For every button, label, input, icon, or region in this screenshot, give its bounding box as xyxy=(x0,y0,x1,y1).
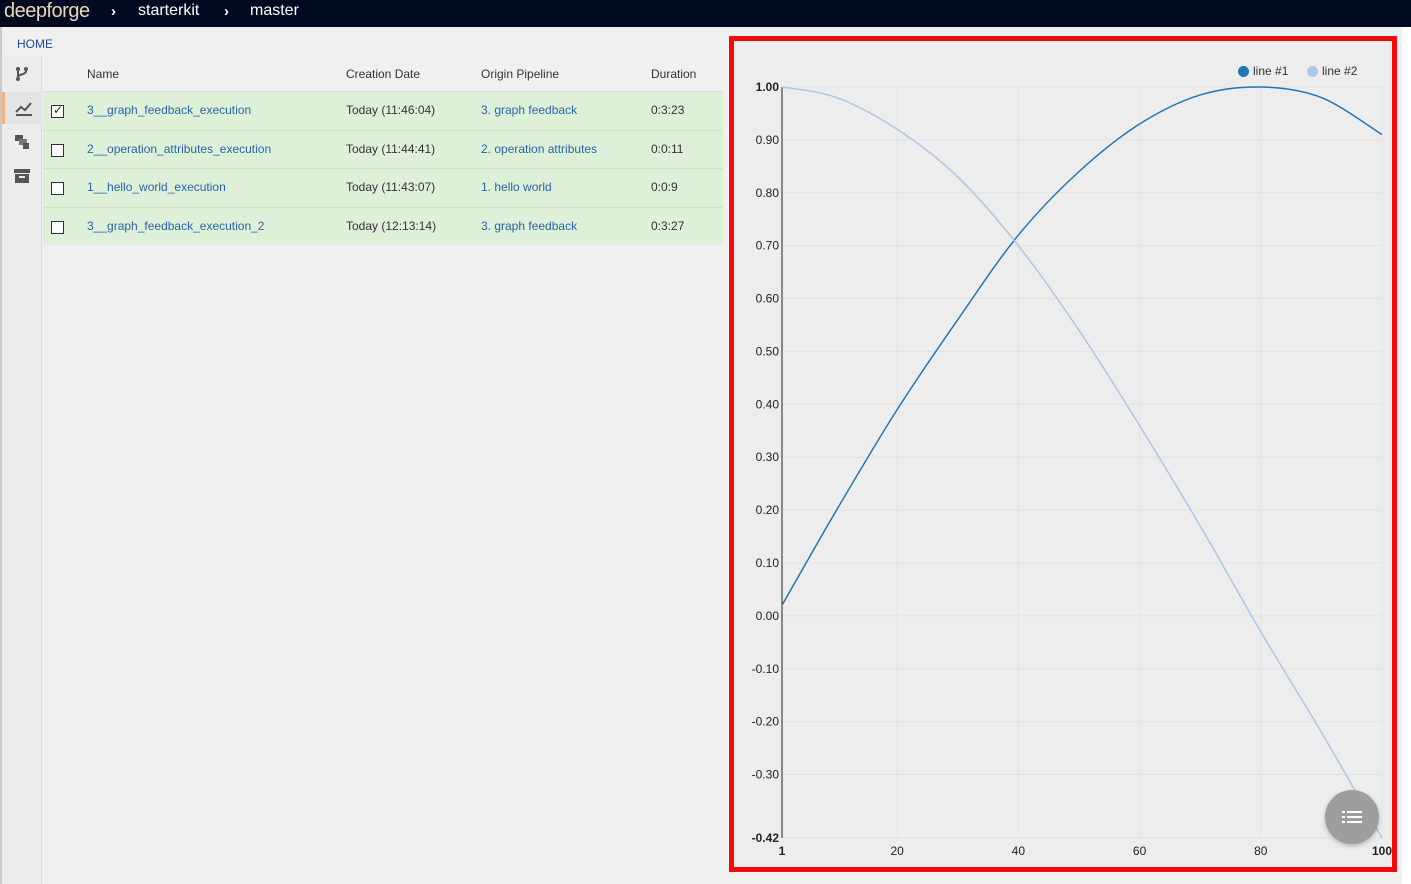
top-navbar: deepforge › starterkit › master xyxy=(0,0,1411,27)
creation-date: Today (11:44:41) xyxy=(346,141,436,156)
legend-dot-icon xyxy=(1307,65,1318,77)
fork-icon xyxy=(16,67,28,81)
table-row[interactable]: 2__operation_attributes_execution Today (… xyxy=(43,129,723,168)
origin-pipeline-link[interactable]: 3. graph feedback xyxy=(481,103,577,117)
legend-dot-icon xyxy=(1238,65,1249,77)
column-header-creation-date[interactable]: Creation Date xyxy=(346,67,420,81)
column-header-origin-pipeline[interactable]: Origin Pipeline xyxy=(481,67,559,81)
list-fab-button[interactable] xyxy=(1325,790,1379,844)
execution-name-link[interactable]: 2__operation_attributes_execution xyxy=(87,142,271,156)
list-icon xyxy=(1342,811,1362,823)
legend-item-line-2[interactable]: line #2 xyxy=(1307,64,1357,78)
table-row[interactable]: 1__hello_world_execution Today (11:43:07)… xyxy=(43,168,723,207)
row-checkbox[interactable] xyxy=(51,220,64,234)
legend-label: line #1 xyxy=(1253,64,1289,78)
row-checkbox[interactable] xyxy=(51,103,64,118)
sidebar-item-resources[interactable] xyxy=(2,126,42,158)
sidebar-item-artifacts[interactable] xyxy=(2,160,42,192)
origin-pipeline-link[interactable]: 2. operation attributes xyxy=(481,142,597,156)
duration: 0:0:9 xyxy=(651,180,678,194)
deepforge-logo[interactable]: deepforge xyxy=(4,0,90,22)
execution-name-link[interactable]: 3__graph_feedback_execution_2 xyxy=(87,219,264,233)
legend-item-line-1[interactable]: line #1 xyxy=(1238,64,1288,78)
executions-table: Name Creation Date Origin Pipeline Durat… xyxy=(43,56,723,245)
execution-name-link[interactable]: 3__graph_feedback_execution xyxy=(87,103,251,117)
layers-icon xyxy=(15,135,29,149)
sidebar-item-executions[interactable] xyxy=(2,92,42,124)
row-checkbox[interactable] xyxy=(51,143,64,157)
window-edge-right xyxy=(1402,27,1411,884)
duration: 0:3:27 xyxy=(651,218,685,233)
chevron-right-icon: › xyxy=(111,3,116,20)
chevron-right-icon: › xyxy=(224,3,229,20)
sidebar xyxy=(2,56,42,884)
row-checkbox[interactable] xyxy=(51,182,64,195)
archive-icon xyxy=(14,169,30,183)
origin-pipeline-link[interactable]: 1. hello world xyxy=(481,180,552,194)
breadcrumb-branch[interactable]: master xyxy=(250,2,299,20)
column-header-name[interactable]: Name xyxy=(87,67,119,81)
breadcrumb-project[interactable]: starterkit xyxy=(138,2,199,20)
execution-name-link[interactable]: 1__hello_world_execution xyxy=(87,180,226,194)
duration: 0:0:11 xyxy=(651,141,684,156)
line-chart-icon xyxy=(14,102,32,116)
home-link[interactable]: HOME xyxy=(17,37,53,51)
table-header: Name Creation Date Origin Pipeline Durat… xyxy=(43,56,723,91)
legend-label: line #2 xyxy=(1322,64,1358,78)
chart-panel xyxy=(729,36,1397,872)
table-row[interactable]: 3__graph_feedback_execution Today (11:46:… xyxy=(43,91,723,130)
table-row[interactable]: 3__graph_feedback_execution_2 Today (12:1… xyxy=(43,206,723,245)
origin-pipeline-link[interactable]: 3. graph feedback xyxy=(481,219,577,233)
sidebar-item-pipelines[interactable] xyxy=(2,58,42,90)
column-header-duration[interactable]: Duration xyxy=(651,67,696,81)
creation-date: Today (11:43:07) xyxy=(346,180,436,194)
creation-date: Today (11:46:04) xyxy=(346,103,436,117)
duration: 0:3:23 xyxy=(651,103,685,117)
creation-date: Today (12:13:14) xyxy=(346,218,437,233)
